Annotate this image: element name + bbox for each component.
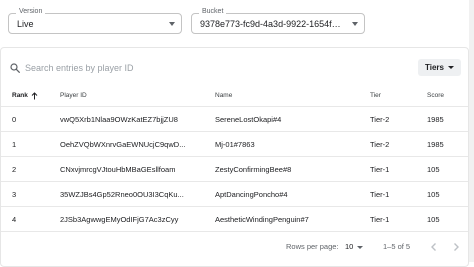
name-cell: Mj-01#7863	[215, 139, 255, 149]
tier-cell: Tier-2	[370, 139, 390, 149]
tier-cell: Tier-1	[370, 214, 390, 224]
rank-cell: 4	[12, 214, 17, 224]
name-cell: SereneLostOkapi#4	[215, 114, 282, 124]
rows-per-page-label: Rows per page:	[286, 242, 339, 251]
rank-cell: 3	[12, 189, 17, 199]
search-input[interactable]	[25, 61, 285, 75]
column-header-player-id[interactable]: Player ID	[60, 85, 87, 106]
player-id-cell: 2JSb3AgwwgEMyOdIFjG7Ac3zCyy	[60, 214, 179, 224]
arrow-up-icon	[31, 91, 38, 99]
chevron-down-icon	[447, 66, 454, 69]
column-header-tier[interactable]: Tier	[370, 85, 381, 106]
player-id-cell: vwQ5Xrb1Nlaa9OWzKatEZ7bjjZU8	[60, 114, 178, 124]
name-cell: AestheticWindingPenguin#7	[215, 214, 309, 224]
table-row[interactable]: 0 vwQ5Xrb1Nlaa9OWzKatEZ7bjjZU8 SereneLos…	[1, 107, 468, 132]
player-id-cell: CNxvjmrcgVJtouHbMBaGEsllfoam	[60, 164, 176, 174]
table-row[interactable]: 1 OehZVQbWXnrvGaEWNUcjC9qwD... Mj-01#786…	[1, 132, 468, 157]
search-icon	[10, 63, 20, 73]
name-cell: ZestyConfirmingBee#8	[215, 164, 292, 174]
column-header-name[interactable]: Name	[215, 85, 232, 106]
version-value: Live	[17, 19, 34, 29]
chevron-down-icon	[169, 22, 175, 26]
table-row[interactable]: 4 2JSb3AgwwgEMyOdIFjG7Ac3zCyy AestheticW…	[1, 207, 468, 232]
column-header-score[interactable]: Score	[427, 85, 444, 106]
score-cell: 1985	[427, 114, 444, 124]
chevron-down-icon	[357, 245, 364, 249]
score-cell: 105	[427, 164, 440, 174]
rows-per-page-value: 10	[345, 242, 354, 251]
table-header-row: Rank Player ID Name Tier Score	[1, 85, 468, 107]
tier-cell: Tier-1	[370, 189, 390, 199]
player-id-cell: OehZVQbWXnrvGaEWNUcjC9qwD...	[60, 139, 186, 149]
name-cell: AptDancingPoncho#4	[215, 189, 288, 199]
bucket-select[interactable]: Bucket 9378e773-fc9d-4a3d-9922-1654f6...	[191, 7, 365, 34]
chevron-left-icon[interactable]	[428, 241, 440, 253]
tiers-button-label: Tiers	[425, 63, 444, 72]
bucket-value: 9378e773-fc9d-4a3d-9922-1654f6...	[200, 19, 342, 29]
column-header-rank-label: Rank	[12, 92, 28, 99]
bucket-label: Bucket	[199, 7, 227, 17]
player-id-cell: 35WZJBs4Gp52Rneo0OU3I3CqKu...	[60, 189, 184, 199]
tier-cell: Tier-2	[370, 114, 390, 124]
filter-bar: Version Live Bucket 9378e773-fc9d-4a3d-9…	[0, 0, 474, 44]
rank-cell: 2	[12, 164, 17, 174]
version-label: Version	[16, 7, 46, 17]
score-cell: 105	[427, 214, 440, 224]
rank-cell: 0	[12, 114, 17, 124]
leaderboard-panel: Tiers Rank Player ID Name Tier Score 0 v…	[0, 47, 469, 267]
score-cell: 105	[427, 189, 440, 199]
pagination-bar: Rows per page: 10 1–5 of 5	[1, 234, 468, 260]
table-row[interactable]: 3 35WZJBs4Gp52Rneo0OU3I3CqKu... AptDanci…	[1, 182, 468, 207]
column-header-rank[interactable]: Rank	[12, 85, 38, 106]
chevron-right-icon[interactable]	[450, 241, 462, 253]
scrollbar[interactable]	[469, 0, 474, 262]
pagination-range: 1–5 of 5	[383, 242, 411, 251]
table-row[interactable]: 2 CNxvjmrcgVJtouHbMBaGEsllfoam ZestyConf…	[1, 157, 468, 182]
chevron-down-icon	[352, 22, 358, 26]
score-cell: 1985	[427, 139, 444, 149]
tier-cell: Tier-1	[370, 164, 390, 174]
version-select[interactable]: Version Live	[8, 7, 182, 34]
leaderboard-table: Rank Player ID Name Tier Score 0 vwQ5Xrb…	[1, 85, 468, 232]
rows-per-page-select[interactable]: 10	[345, 242, 364, 252]
table-toolbar: Tiers	[1, 48, 468, 85]
tiers-button[interactable]: Tiers	[418, 59, 461, 76]
rank-cell: 1	[12, 139, 17, 149]
